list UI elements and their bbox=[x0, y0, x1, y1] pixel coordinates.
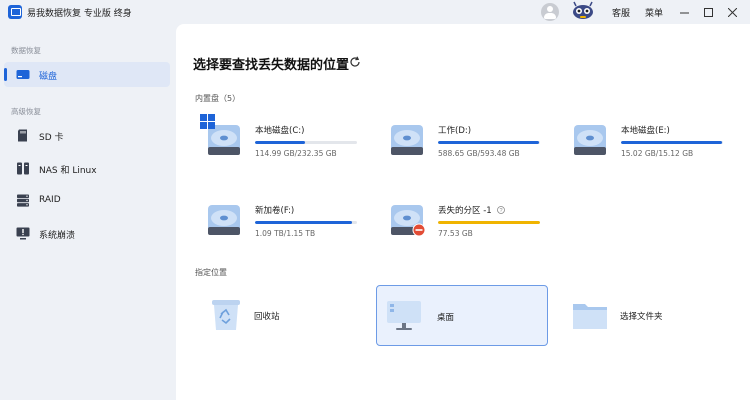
disk-icon bbox=[391, 125, 423, 155]
sidebar-item-system-crash[interactable]: 系统崩溃 bbox=[4, 221, 170, 246]
lost-partition[interactable]: 丢失的分区 -1 ? 77.53 GB bbox=[391, 201, 561, 247]
crash-icon bbox=[16, 227, 30, 240]
windows-logo-icon bbox=[200, 114, 215, 129]
drive-d[interactable]: 工作(D:) 588.65 GB/593.48 GB bbox=[391, 121, 561, 167]
sd-card-icon bbox=[18, 129, 27, 142]
drive-size: 15.02 GB/15.12 GB bbox=[621, 149, 694, 158]
sidebar-item-disk[interactable]: 磁盘 bbox=[4, 62, 170, 87]
drive-e[interactable]: 本地磁盘(E:) 15.02 GB/15.12 GB bbox=[574, 121, 744, 167]
drive-f[interactable]: 新加卷(F:) 1.09 TB/1.15 TB bbox=[208, 201, 378, 247]
recycle-bin-icon bbox=[212, 300, 240, 330]
location-recycle-bin[interactable]: 回收站 bbox=[178, 285, 348, 345]
sidebar-item-label: RAID bbox=[39, 195, 61, 205]
drive-usage-bar bbox=[621, 141, 723, 144]
maximize-icon[interactable] bbox=[700, 4, 716, 20]
sidebar: 数据恢复 磁盘 高级恢复 SD 卡 NAS 和 Linux RAID 系统崩溃 bbox=[0, 24, 176, 400]
location-label: 桌面 bbox=[437, 313, 455, 323]
mascot-icon[interactable] bbox=[570, 1, 596, 21]
active-indicator bbox=[4, 68, 7, 81]
disk-icon bbox=[574, 125, 606, 155]
drive-size: 77.53 GB bbox=[438, 229, 473, 238]
drive-usage-bar bbox=[255, 221, 357, 224]
menu-button[interactable]: 菜单 bbox=[645, 6, 663, 19]
internal-drives-label: 内置盘（5） bbox=[195, 94, 241, 103]
sidebar-item-label: 磁盘 bbox=[39, 72, 58, 82]
close-icon[interactable] bbox=[724, 4, 740, 20]
app-title: 易我数据恢复 专业版 终身 bbox=[27, 9, 132, 19]
sidebar-item-label: NAS 和 Linux bbox=[39, 166, 97, 176]
drive-usage-bar bbox=[438, 221, 540, 224]
drive-size: 1.09 TB/1.15 TB bbox=[255, 229, 316, 238]
drive-usage-bar bbox=[438, 141, 540, 144]
main-panel: 选择要查找丢失数据的位置 内置盘（5） 本地磁盘(C:) 114.99 GB/2… bbox=[176, 24, 750, 400]
section-advanced-recovery: 高级恢复 bbox=[11, 107, 41, 116]
location-choose-folder[interactable]: 选择文件夹 bbox=[566, 285, 736, 345]
support-button[interactable]: 客服 bbox=[612, 6, 630, 19]
drive-name: 本地磁盘(E:) bbox=[621, 126, 670, 136]
specified-location-label: 指定位置 bbox=[195, 268, 227, 277]
location-label: 回收站 bbox=[254, 312, 280, 322]
drive-name: 新加卷(F:) bbox=[255, 206, 295, 216]
sidebar-item-nas[interactable]: NAS 和 Linux bbox=[4, 156, 170, 181]
drive-name: 工作(D:) bbox=[438, 126, 472, 136]
nas-icon bbox=[17, 162, 29, 175]
title-bar: 易我数据恢复 专业版 终身 客服 菜单 bbox=[0, 0, 750, 24]
disk-icon bbox=[208, 205, 240, 235]
location-label: 选择文件夹 bbox=[620, 312, 663, 322]
sidebar-item-raid[interactable]: RAID bbox=[4, 188, 170, 213]
drive-name: 丢失的分区 -1 ? bbox=[438, 204, 506, 216]
svg-text:?: ? bbox=[500, 208, 503, 214]
sidebar-item-label: SD 卡 bbox=[39, 133, 64, 143]
app-logo-icon bbox=[8, 5, 22, 19]
sidebar-item-label: 系统崩溃 bbox=[39, 231, 76, 241]
drive-name: 本地磁盘(C:) bbox=[255, 126, 305, 136]
raid-icon bbox=[17, 194, 29, 207]
page-title: 选择要查找丢失数据的位置 bbox=[193, 58, 350, 73]
drive-usage-bar bbox=[255, 141, 357, 144]
section-data-recovery: 数据恢复 bbox=[11, 46, 41, 55]
drive-size: 114.99 GB/232.35 GB bbox=[255, 149, 337, 158]
sidebar-item-sd-card[interactable]: SD 卡 bbox=[4, 123, 170, 148]
help-icon[interactable]: ? bbox=[497, 206, 506, 214]
desktop-icon bbox=[387, 301, 421, 330]
refresh-icon[interactable] bbox=[349, 56, 361, 68]
drive-c[interactable]: 本地磁盘(C:) 114.99 GB/232.35 GB bbox=[200, 114, 378, 167]
minimize-icon[interactable] bbox=[676, 4, 692, 20]
disk-icon bbox=[16, 70, 30, 79]
location-desktop[interactable]: 桌面 bbox=[376, 285, 548, 346]
lost-partition-icon bbox=[391, 205, 425, 237]
folder-icon bbox=[573, 304, 607, 329]
drive-size: 588.65 GB/593.48 GB bbox=[438, 149, 520, 158]
user-avatar-icon[interactable] bbox=[541, 3, 559, 21]
